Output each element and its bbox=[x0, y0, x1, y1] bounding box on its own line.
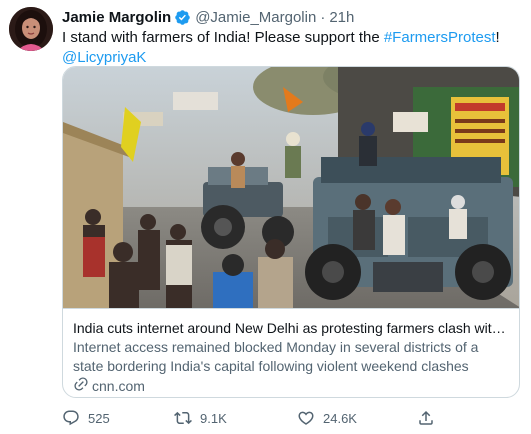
profile-avatar[interactable] bbox=[9, 7, 53, 51]
heart-icon bbox=[297, 409, 315, 427]
retweet-button[interactable]: 9.1K bbox=[174, 409, 297, 427]
hashtag-link[interactable]: #FarmersProtest bbox=[384, 29, 496, 46]
mention-link[interactable]: @LicypriyaK bbox=[62, 49, 146, 66]
card-description: Internet access remained blocked Monday … bbox=[73, 339, 479, 374]
separator-dot: · bbox=[320, 8, 326, 26]
like-button[interactable]: 24.6K bbox=[297, 409, 417, 427]
tweet-header: Jamie Margolin @Jamie_Margolin · 21h bbox=[62, 7, 354, 27]
card-image[interactable] bbox=[63, 67, 519, 308]
card-title: India cuts internet around New Delhi as … bbox=[73, 320, 511, 336]
like-count: 24.6K bbox=[323, 410, 357, 426]
reply-button[interactable]: 525 bbox=[62, 409, 174, 427]
reply-count: 525 bbox=[88, 410, 110, 426]
retweet-icon bbox=[174, 409, 192, 427]
card-domain-text: cnn.com bbox=[92, 378, 145, 394]
link-icon bbox=[73, 376, 89, 397]
verified-badge-icon bbox=[174, 9, 191, 26]
author-handle[interactable]: @Jamie_Margolin bbox=[195, 9, 316, 26]
tweet-actions: 525 9.1K 24.6K bbox=[62, 407, 435, 429]
tweet-timestamp[interactable]: 21h bbox=[329, 9, 354, 26]
link-preview-card[interactable]: India cuts internet around New Delhi as … bbox=[62, 66, 520, 398]
tweet[interactable]: Jamie Margolin @Jamie_Margolin · 21h I s… bbox=[0, 0, 531, 434]
tweet-text: I stand with farmers of India! Please su… bbox=[62, 28, 514, 68]
share-button[interactable] bbox=[417, 409, 435, 427]
card-text[interactable]: India cuts internet around New Delhi as … bbox=[63, 308, 519, 397]
tweet-text-part1: I stand with farmers of India! Please su… bbox=[62, 29, 384, 46]
retweet-count: 9.1K bbox=[200, 410, 227, 426]
share-icon bbox=[417, 409, 435, 427]
tweet-text-part2: ! bbox=[495, 29, 500, 46]
card-domain: cnn.com bbox=[73, 376, 511, 397]
reply-icon bbox=[62, 409, 80, 427]
author-display-name[interactable]: Jamie Margolin bbox=[62, 9, 171, 26]
protest-photo bbox=[63, 67, 519, 308]
